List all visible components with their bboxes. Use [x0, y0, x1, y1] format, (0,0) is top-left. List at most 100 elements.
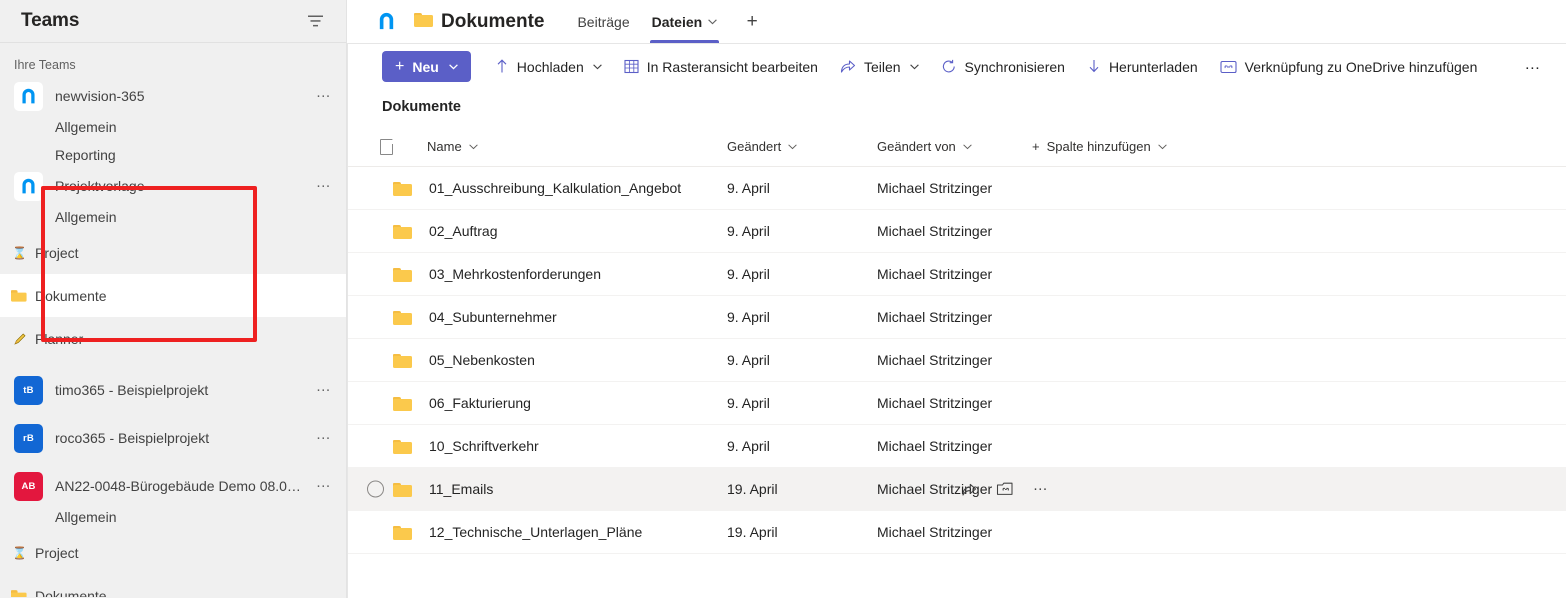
team-more-options-icon[interactable]: …	[316, 383, 332, 397]
table-row[interactable]: 05_Nebenkosten…9. AprilMichael Stritzing…	[348, 339, 1566, 382]
tab-beitraege[interactable]: Beiträge	[566, 0, 640, 43]
column-header-name[interactable]: Name	[419, 131, 719, 163]
sidebar-tab-dokumente[interactable]: Dokumente	[0, 274, 346, 317]
more-commands-icon[interactable]: …	[1516, 52, 1550, 82]
file-name-cell[interactable]: 04_Subunternehmer	[419, 309, 719, 325]
sidebar-channel-allgemein[interactable]: Allgemein	[0, 203, 346, 231]
channel-label: Project	[35, 545, 79, 561]
sync-button[interactable]: Synchronisieren	[931, 51, 1075, 82]
newvision-logo-icon	[371, 7, 401, 37]
team-name: Projektvorlage	[55, 178, 316, 194]
column-header-modified-by[interactable]: Geändert von	[869, 131, 1024, 163]
sidebar-channel-reporting[interactable]: Reporting	[0, 141, 346, 169]
sidebar-tab-project[interactable]: ⌛ Project	[0, 531, 346, 574]
modified-cell: 9. April	[719, 223, 869, 239]
folder-icon	[371, 181, 419, 196]
share-arrow-icon[interactable]	[958, 478, 980, 500]
channel-label: Allgemein	[55, 119, 116, 135]
team-row-projektvorlage[interactable]: Projektvorlage …	[0, 169, 346, 203]
share-button[interactable]: Teilen	[830, 51, 929, 82]
channel-label: Allgemein	[55, 509, 116, 525]
tab-label: Beiträge	[577, 14, 629, 30]
command-label: Hochladen	[517, 59, 584, 75]
table-row[interactable]: 02_Auftrag…9. AprilMichael Stritzinger	[348, 210, 1566, 253]
team-row-timo365[interactable]: tB timo365 - Beispielprojekt …	[0, 373, 346, 407]
add-onedrive-shortcut-button[interactable]: Verknüpfung zu OneDrive hinzufügen	[1210, 51, 1488, 82]
table-row[interactable]: 10_Schriftverkehr…9. AprilMichael Stritz…	[348, 425, 1566, 468]
row-actions: …	[958, 478, 1052, 500]
file-name-cell[interactable]: 10_Schriftverkehr	[419, 438, 719, 454]
main-content: Dokumente Beiträge Dateien + +	[347, 0, 1566, 598]
row-select-checkbox[interactable]	[367, 481, 384, 498]
modified-cell: 9. April	[719, 438, 869, 454]
team-row-an22-0048[interactable]: AB AN22-0048-Bürogebäude Demo 08.0… …	[0, 469, 346, 503]
team-more-options-icon[interactable]: …	[316, 179, 332, 193]
team-more-options-icon[interactable]: …	[316, 89, 332, 103]
channel-label: Allgemein	[55, 209, 116, 225]
tab-bar: Beiträge Dateien +	[566, 0, 767, 43]
sidebar-tab-project[interactable]: ⌛ Project	[0, 231, 346, 274]
team-row-newvision-365[interactable]: newvision-365 …	[0, 79, 346, 113]
folder-icon	[371, 310, 419, 325]
team-more-options-icon[interactable]: …	[316, 479, 332, 493]
sidebar-tab-planner[interactable]: Planner	[0, 317, 346, 360]
channel-title: Dokumente	[441, 11, 544, 33]
team-row-roco365[interactable]: rB roco365 - Beispielprojekt …	[0, 421, 346, 455]
folder-icon	[371, 439, 419, 454]
table-row[interactable]: 12_Technische_Unterlagen_Pläne…19. April…	[348, 511, 1566, 554]
modified-cell: 19. April	[719, 481, 869, 497]
column-label: Geändert	[727, 139, 781, 154]
file-name-cell[interactable]: 11_Emails	[419, 481, 719, 497]
hourglass-icon: ⌛	[11, 246, 28, 260]
teams-list[interactable]: Ihre Teams newvision-365 … Allgemein Rep…	[0, 43, 346, 597]
page-title: Teams	[21, 10, 302, 32]
plus-icon: +	[395, 58, 404, 76]
table-row[interactable]: 06_Fakturierung…9. AprilMichael Stritzin…	[348, 382, 1566, 425]
filter-list-icon[interactable]	[302, 8, 328, 34]
channel-label: Project	[35, 245, 79, 261]
file-name-cell[interactable]: 01_Ausschreibung_Kalkulation_Angebot	[419, 180, 719, 196]
table-row[interactable]: 01_Ausschreibung_Kalkulation_Angebot…9. …	[348, 167, 1566, 210]
copy-link-icon[interactable]	[994, 478, 1016, 500]
command-label: Synchronisieren	[965, 59, 1065, 75]
sidebar-channel-allgemein[interactable]: Allgemein	[0, 113, 346, 141]
avatar: rB	[14, 424, 43, 453]
file-name-cell[interactable]: 06_Fakturierung	[419, 395, 719, 411]
chevron-down-icon	[788, 144, 797, 150]
modified-cell: 9. April	[719, 395, 869, 411]
modified-by-cell: Michael Stritzinger	[869, 352, 1024, 368]
more-actions-icon[interactable]: …	[1030, 478, 1052, 500]
sidebar-channel-allgemein[interactable]: Allgemein	[0, 503, 346, 531]
folder-icon	[371, 396, 419, 411]
table-row[interactable]: 11_Emails…19. AprilMichael Stritzinger	[348, 468, 1566, 511]
chevron-down-icon	[593, 64, 602, 70]
download-icon	[1087, 59, 1101, 74]
add-tab-button[interactable]: +	[737, 7, 767, 37]
column-header-filetype[interactable]	[371, 139, 419, 155]
modified-cell: 9. April	[719, 180, 869, 196]
new-button[interactable]: + Neu	[382, 51, 471, 82]
tab-dateien[interactable]: Dateien	[641, 0, 729, 43]
chevron-down-icon	[708, 19, 717, 25]
file-name-cell[interactable]: 03_Mehrkostenforderungen	[419, 266, 719, 282]
edit-in-grid-view-button[interactable]: In Rasteransicht bearbeiten	[614, 51, 828, 82]
chevron-down-icon	[449, 64, 458, 70]
sidebar-tab-dokumente[interactable]: Dokumente	[0, 574, 346, 597]
channel-label: Dokumente	[35, 288, 107, 304]
column-label: Geändert von	[877, 139, 956, 154]
sync-icon	[941, 59, 957, 74]
column-header-modified[interactable]: Geändert	[719, 131, 869, 163]
table-row[interactable]: 04_Subunternehmer…9. AprilMichael Stritz…	[348, 296, 1566, 339]
table-row[interactable]: 03_Mehrkostenforderungen…9. AprilMichael…	[348, 253, 1566, 296]
folder-icon	[371, 353, 419, 368]
file-name-cell[interactable]: 12_Technische_Unterlagen_Pläne	[419, 524, 719, 540]
folder-icon	[11, 588, 28, 597]
team-more-options-icon[interactable]: …	[316, 431, 332, 445]
modified-cell: 9. April	[719, 309, 869, 325]
chevron-down-icon	[1158, 144, 1167, 150]
file-name-cell[interactable]: 05_Nebenkosten	[419, 352, 719, 368]
upload-button[interactable]: Hochladen	[485, 51, 612, 82]
file-name-cell[interactable]: 02_Auftrag	[419, 223, 719, 239]
add-column-button[interactable]: + Spalte hinzufügen	[1024, 131, 1175, 163]
download-button[interactable]: Herunterladen	[1077, 51, 1208, 82]
